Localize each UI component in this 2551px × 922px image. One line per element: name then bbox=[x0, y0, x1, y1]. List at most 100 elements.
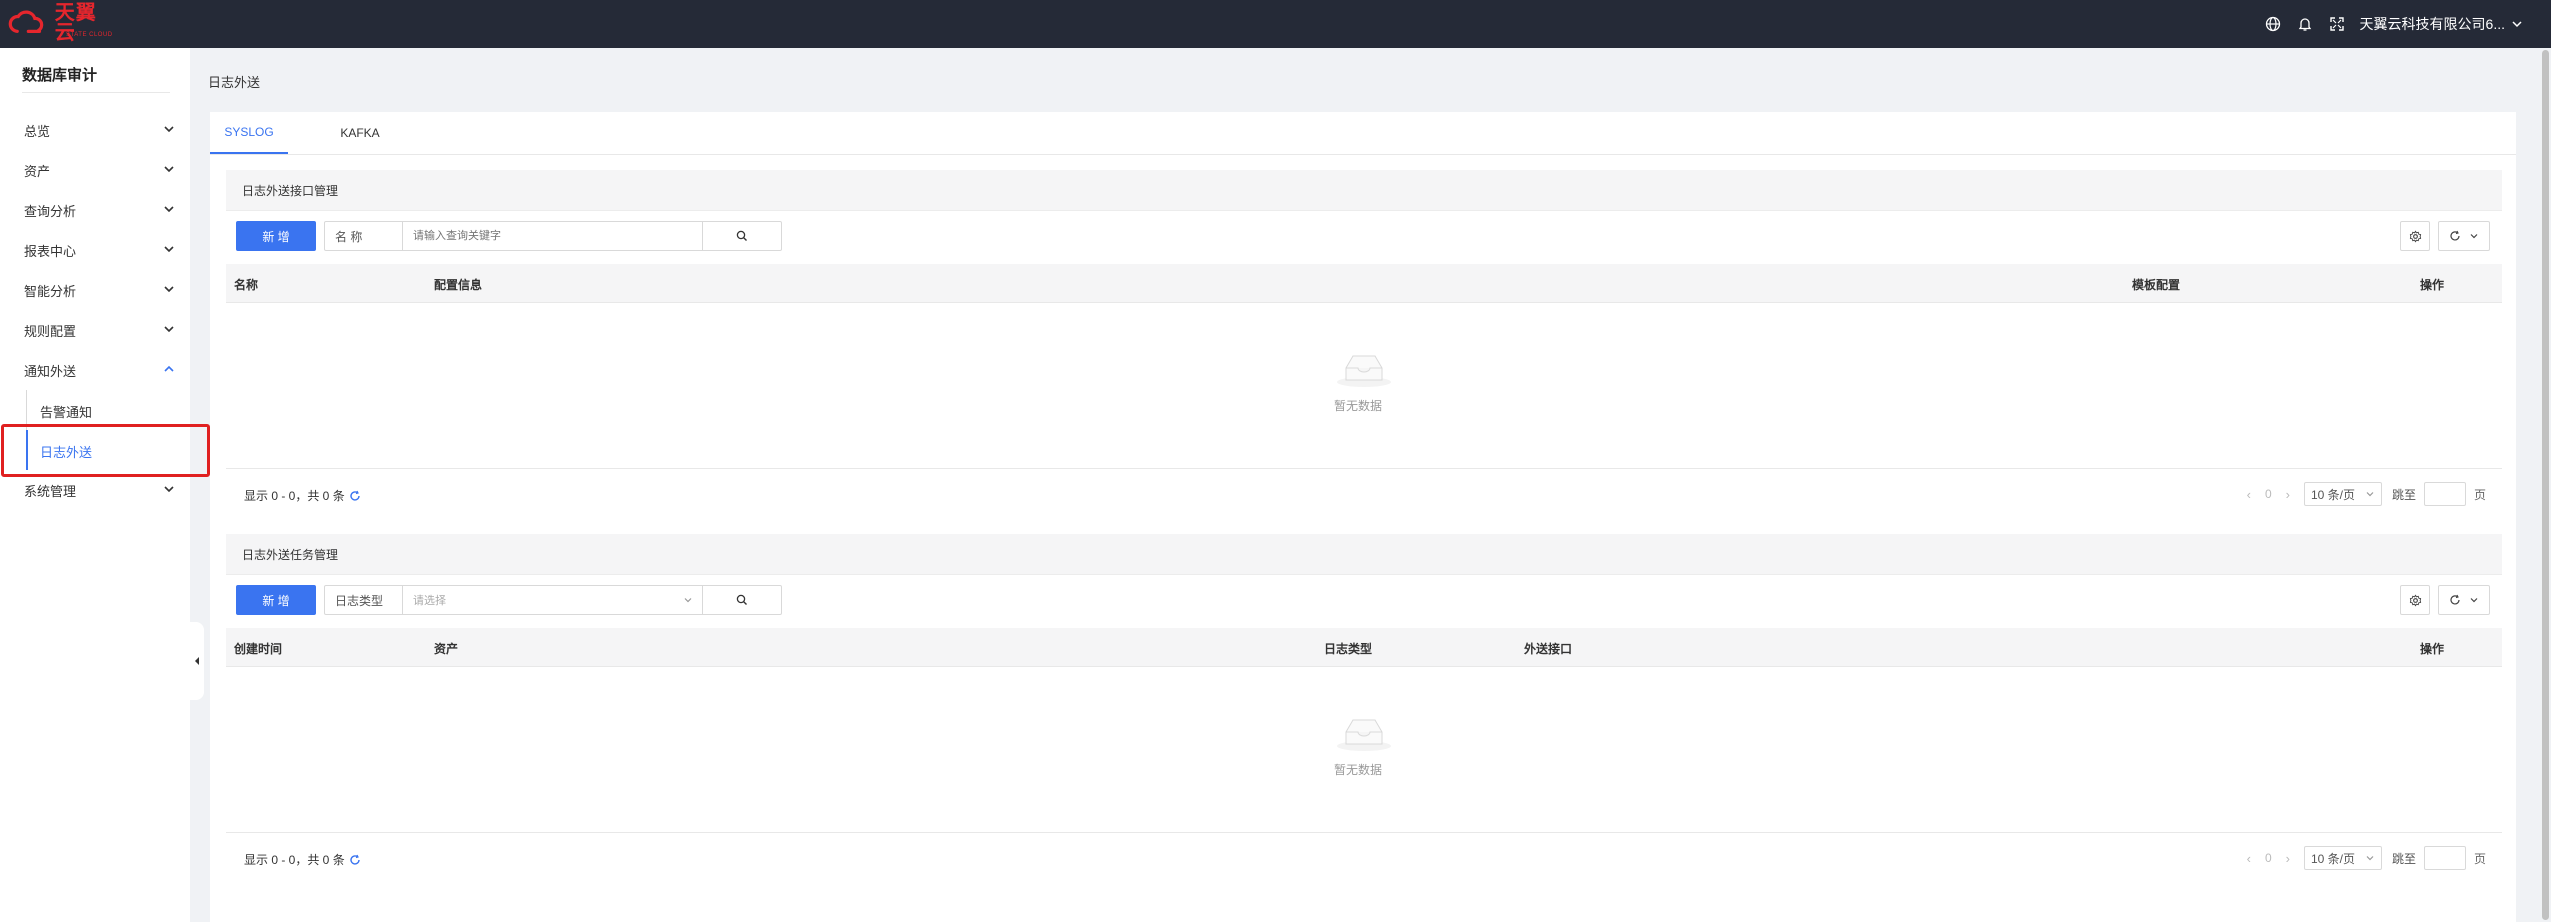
chevron-down-icon bbox=[2470, 598, 2478, 603]
prev-page-icon[interactable]: ‹ bbox=[2247, 487, 2251, 502]
globe-icon[interactable] bbox=[2264, 15, 2282, 33]
search-icon bbox=[736, 594, 747, 605]
tab-bar: SYSLOG KAFKA bbox=[210, 112, 2516, 155]
refresh-dropdown-button[interactable] bbox=[2438, 221, 2490, 251]
empty-state: 暂无数据 bbox=[1334, 712, 1394, 778]
cloud-logo-icon bbox=[8, 10, 44, 33]
page-title: 日志外送 bbox=[208, 75, 261, 90]
search-icon bbox=[736, 230, 747, 241]
refresh-icon[interactable] bbox=[349, 854, 361, 866]
chevron-down-icon bbox=[2470, 234, 2478, 239]
table-summary: 显示 0 - 0，共 0 条 bbox=[244, 487, 361, 504]
table-divider bbox=[226, 832, 2502, 833]
main-card: SYSLOG KAFKA 日志外送接口管理 新 增 名 称 名称 配置信息 模板… bbox=[210, 112, 2516, 922]
empty-state: 暂无数据 bbox=[1334, 348, 1394, 414]
table-summary: 显示 0 - 0，共 0 条 bbox=[244, 851, 361, 868]
gear-icon bbox=[2409, 230, 2421, 242]
empty-text: 暂无数据 bbox=[1333, 763, 1382, 777]
table-divider bbox=[226, 468, 2502, 469]
page-unit-label: 页 bbox=[2473, 851, 2486, 866]
scrollbar-thumb[interactable] bbox=[2542, 50, 2549, 920]
empty-box-icon bbox=[1337, 719, 1391, 751]
page-size-value: 10 条/页 bbox=[2310, 851, 2355, 866]
highlight-box bbox=[1, 424, 210, 477]
chevron-down-icon bbox=[164, 206, 174, 213]
fullscreen-icon[interactable] bbox=[2328, 15, 2346, 33]
chevron-down-icon bbox=[164, 326, 174, 333]
sidebar-item-label: 系统管理 bbox=[24, 483, 77, 499]
column-header: 操作 bbox=[2420, 278, 2445, 292]
settings-button[interactable] bbox=[2400, 221, 2430, 251]
sidebar-item-label: 智能分析 bbox=[24, 283, 77, 299]
sidebar-item-label: 查询分析 bbox=[24, 203, 77, 219]
sidebar-item-report-center[interactable]: 报表中心 bbox=[0, 230, 190, 270]
sidebar: 数据库审计 总览 资产 查询分析 报表中心 智能分析 规则配置 通知外送 告警通… bbox=[0, 48, 190, 922]
task-search-box: 日志类型 请选择 bbox=[324, 585, 782, 615]
sidebar-subitem-label: 告警通知 bbox=[40, 405, 93, 420]
interface-search-input[interactable] bbox=[403, 222, 703, 250]
page-size-select[interactable]: 10 条/页 bbox=[2303, 482, 2382, 506]
column-header: 资产 bbox=[434, 642, 459, 656]
sidebar-collapse-handle[interactable] bbox=[190, 622, 204, 700]
settings-button[interactable] bbox=[2400, 585, 2430, 615]
sidebar-item-notify-send[interactable]: 通知外送 bbox=[0, 350, 190, 390]
tab-syslog[interactable]: SYSLOG bbox=[210, 112, 288, 154]
page-number[interactable]: 0 bbox=[2265, 487, 2272, 501]
page-size-value: 10 条/页 bbox=[2310, 487, 2355, 502]
sidebar-item-label: 通知外送 bbox=[24, 363, 77, 379]
column-header: 日志类型 bbox=[1324, 642, 1373, 656]
interface-panel-header: 日志外送接口管理 bbox=[226, 170, 2502, 211]
brand-subtitle: STATE CLOUD bbox=[66, 32, 113, 38]
sidebar-item-smart-analysis[interactable]: 智能分析 bbox=[0, 270, 190, 310]
select-placeholder: 请选择 bbox=[413, 595, 446, 607]
user-menu[interactable]: 天翼云科技有限公司6... bbox=[2360, 14, 2523, 34]
task-panel-title: 日志外送任务管理 bbox=[242, 548, 339, 562]
empty-text: 暂无数据 bbox=[1333, 399, 1382, 413]
jump-label: 跳至 bbox=[2391, 851, 2416, 866]
interface-search-box: 名 称 bbox=[324, 221, 782, 251]
sidebar-item-query-analysis[interactable]: 查询分析 bbox=[0, 190, 190, 230]
log-type-select[interactable]: 请选择 bbox=[403, 586, 703, 614]
search-field-label[interactable]: 日志类型 bbox=[325, 586, 403, 614]
chevron-up-icon bbox=[164, 365, 174, 372]
chevron-down-icon bbox=[684, 598, 692, 603]
refresh-icon[interactable] bbox=[349, 490, 361, 502]
column-header: 模板配置 bbox=[2132, 278, 2181, 292]
caret-left-icon bbox=[195, 657, 199, 665]
top-bar: 天翼云 STATE CLOUD 天翼云科技有限公司6... bbox=[0, 0, 2551, 48]
jump-page-input[interactable] bbox=[2423, 482, 2466, 506]
column-header: 外送接口 bbox=[1524, 642, 1573, 656]
sidebar-item-rule-config[interactable]: 规则配置 bbox=[0, 310, 190, 350]
next-page-icon[interactable]: › bbox=[2286, 487, 2290, 502]
chevron-down-icon bbox=[164, 166, 174, 173]
tab-kafka[interactable]: KAFKA bbox=[320, 112, 400, 154]
add-interface-button[interactable]: 新 增 bbox=[236, 221, 316, 251]
search-field-label[interactable]: 名 称 bbox=[325, 222, 403, 250]
chevron-down-icon bbox=[164, 126, 174, 133]
bell-icon[interactable] bbox=[2296, 15, 2314, 33]
next-page-icon[interactable]: › bbox=[2286, 851, 2290, 866]
summary-text: 显示 0 - 0，共 0 条 bbox=[244, 489, 345, 503]
prev-page-icon[interactable]: ‹ bbox=[2247, 851, 2251, 866]
page-number[interactable]: 0 bbox=[2265, 851, 2272, 865]
empty-box-icon bbox=[1337, 355, 1391, 387]
task-panel-header: 日志外送任务管理 bbox=[226, 534, 2502, 575]
page-size-select[interactable]: 10 条/页 bbox=[2303, 846, 2382, 870]
chevron-down-icon bbox=[164, 246, 174, 253]
jump-page-input[interactable] bbox=[2423, 846, 2466, 870]
interface-panel-title: 日志外送接口管理 bbox=[242, 184, 339, 198]
add-task-button[interactable]: 新 增 bbox=[236, 585, 316, 615]
sidebar-item-overview[interactable]: 总览 bbox=[0, 110, 190, 150]
sidebar-item-assets[interactable]: 资产 bbox=[0, 150, 190, 190]
gear-icon bbox=[2409, 594, 2421, 606]
column-header: 配置信息 bbox=[434, 278, 483, 292]
search-button[interactable] bbox=[703, 586, 781, 614]
chevron-down-icon bbox=[2512, 21, 2522, 28]
brand-logo[interactable]: 天翼云 STATE CLOUD bbox=[8, 3, 113, 43]
search-button[interactable] bbox=[703, 222, 781, 250]
refresh-dropdown-button[interactable] bbox=[2438, 585, 2490, 615]
refresh-icon bbox=[2450, 230, 2460, 241]
page-unit-label: 页 bbox=[2473, 487, 2486, 502]
chevron-down-icon bbox=[164, 286, 174, 293]
sidebar-item-label: 报表中心 bbox=[24, 243, 77, 259]
